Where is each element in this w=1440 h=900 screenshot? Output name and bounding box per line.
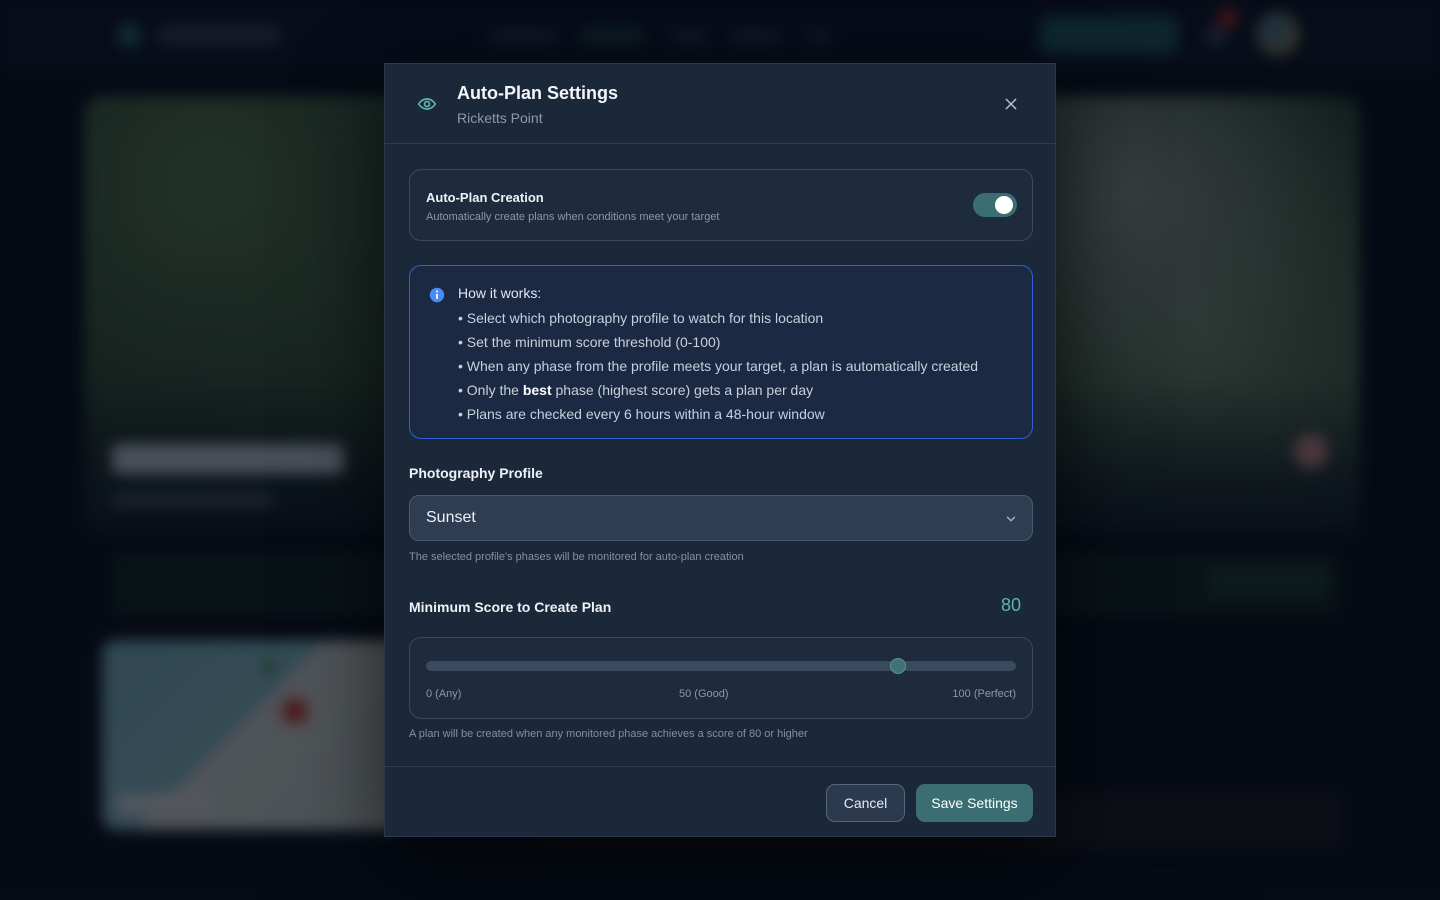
- minimum-score-value: 80: [1000, 595, 1021, 615]
- auto-plan-settings-dialog: Auto-Plan Settings Ricketts Point Auto-P…: [384, 63, 1056, 837]
- save-settings-button[interactable]: Save Settings: [916, 784, 1033, 822]
- auto-plan-description: Automatically create plans when conditio…: [426, 211, 720, 223]
- how-it-works-heading: How it works:: [458, 285, 542, 301]
- auto-plan-title: Auto-Plan Creation: [426, 190, 544, 205]
- score-helper-text: A plan will be created when any monitore…: [409, 728, 808, 740]
- photography-profile-select[interactable]: Sunset: [409, 495, 1033, 541]
- list-item-text: • Only the: [458, 382, 523, 398]
- slider-mid-label: 50 (Good): [679, 688, 729, 700]
- dialog-header: Auto-Plan Settings Ricketts Point: [385, 64, 1055, 144]
- score-slider-card: 0 (Any) 50 (Good) 100 (Perfect): [409, 637, 1033, 719]
- profile-helper-text: The selected profile's phases will be mo…: [409, 551, 744, 563]
- dialog-subtitle: Ricketts Point: [457, 110, 543, 126]
- list-item-text: phase (highest score) gets a plan per da…: [551, 382, 814, 398]
- toggle-knob: [995, 196, 1013, 214]
- dialog-title: Auto-Plan Settings: [457, 83, 618, 103]
- eye-icon: [417, 94, 437, 114]
- close-button[interactable]: [997, 92, 1025, 120]
- auto-plan-toggle[interactable]: [973, 193, 1017, 217]
- slider-max-label: 100 (Perfect): [952, 688, 1016, 700]
- close-icon[interactable]: [1003, 96, 1019, 117]
- list-item: • Plans are checked every 6 hours within…: [458, 406, 825, 422]
- list-item: • Set the minimum score threshold (0-100…: [458, 334, 721, 350]
- list-item: • Select which photography profile to wa…: [458, 310, 824, 326]
- list-item-emphasis: best: [522, 382, 552, 398]
- photography-profile-label: Photography Profile: [409, 465, 543, 481]
- auto-plan-toggle-card: Auto-Plan Creation Automatically create …: [409, 169, 1033, 241]
- slider-min-label: 0 (Any): [426, 688, 462, 700]
- info-icon: [428, 286, 446, 304]
- list-item: • Only the best phase (highest score) ge…: [458, 381, 978, 405]
- chevron-down-icon: [1004, 512, 1018, 526]
- dialog-footer: Cancel Save Settings: [385, 766, 1055, 836]
- score-slider-thumb[interactable]: [890, 658, 906, 674]
- how-it-works-box: How it works: • Select which photography…: [409, 265, 1033, 439]
- how-it-works-list: • Select which photography profile to wa…: [458, 309, 978, 429]
- cancel-button[interactable]: Cancel: [826, 784, 905, 822]
- minimum-score-label: Minimum Score to Create Plan: [409, 599, 612, 615]
- score-slider-track[interactable]: [426, 658, 1016, 674]
- list-item: • When any phase from the profile meets …: [458, 358, 979, 374]
- selected-profile-value: Sunset: [426, 509, 476, 526]
